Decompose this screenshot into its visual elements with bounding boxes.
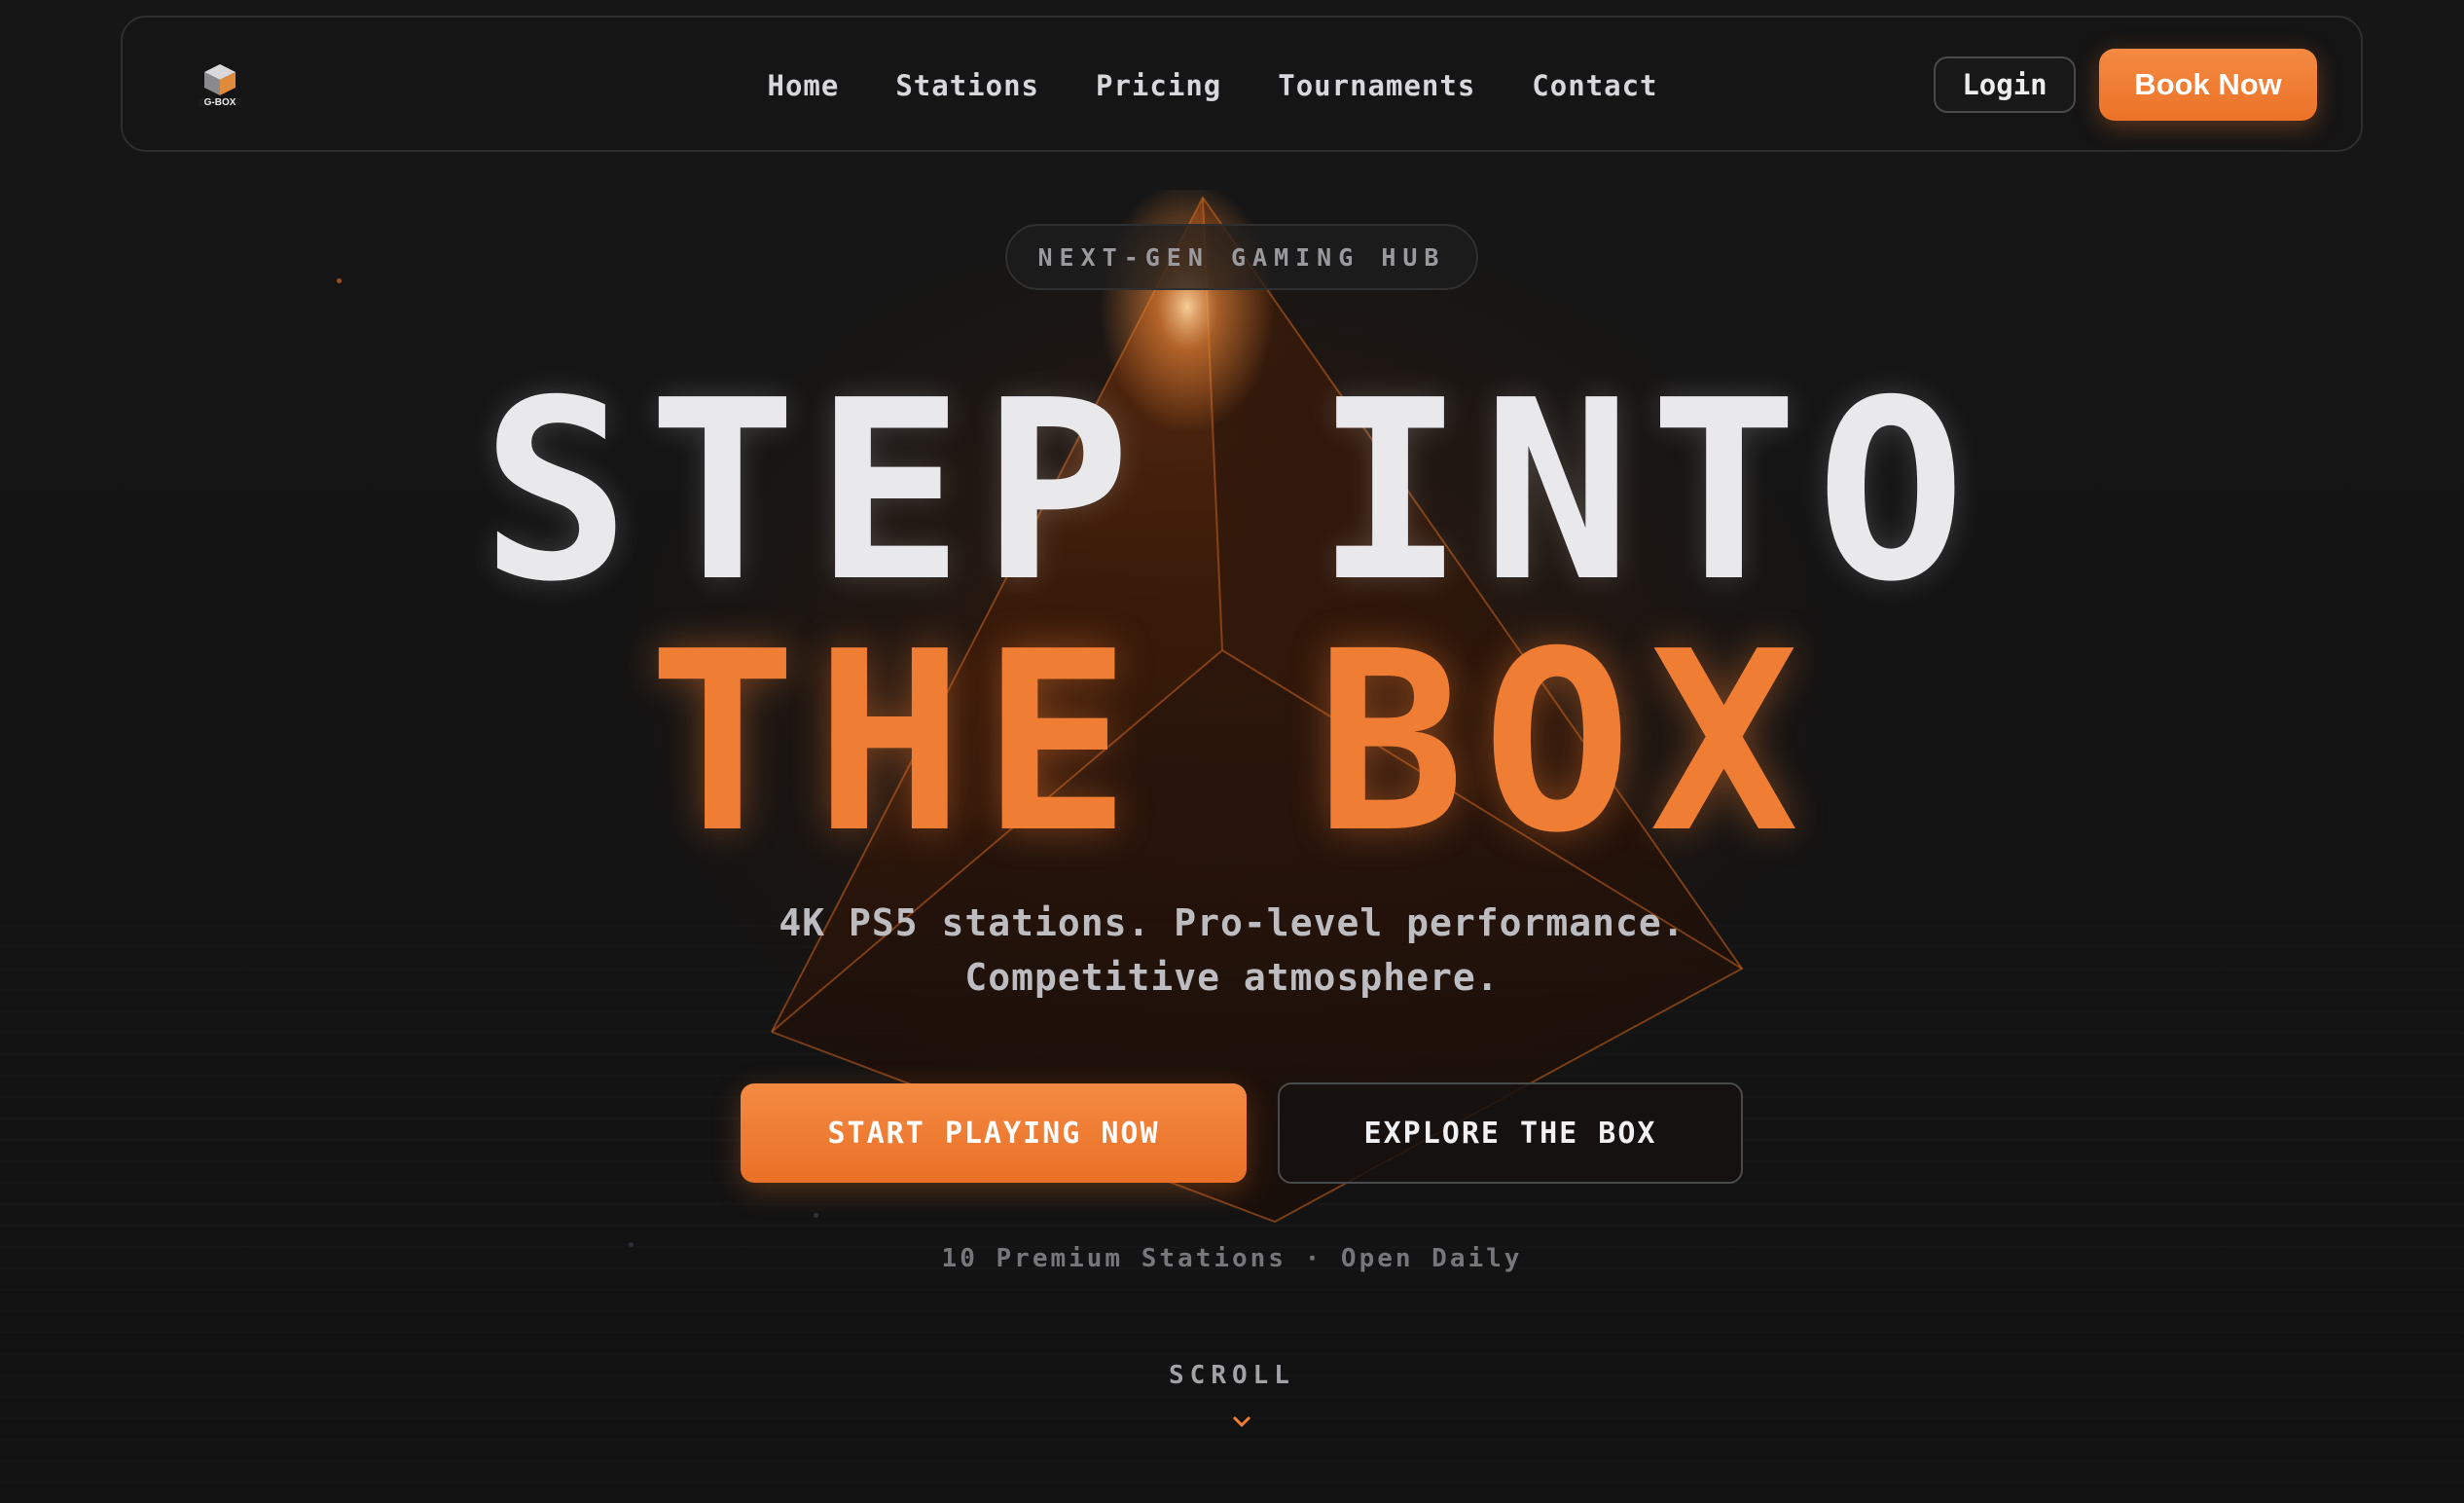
ember-particle <box>337 278 342 283</box>
explore-box-button[interactable]: EXPLORE THE BOX <box>1278 1082 1743 1184</box>
nav-link-home[interactable]: Home <box>767 69 839 102</box>
hero-section: G-BOX Home Stations Pricing Tournaments … <box>0 0 2464 1503</box>
book-now-button[interactable]: Book Now <box>2099 49 2317 121</box>
nav-link-stations[interactable]: Stations <box>895 69 1039 102</box>
headline-line-2: THE BOX <box>647 599 1817 888</box>
start-playing-button[interactable]: START PLAYING NOW <box>741 1083 1247 1183</box>
nav-link-tournaments[interactable]: Tournaments <box>1278 69 1475 102</box>
nav-link-contact[interactable]: Contact <box>1532 69 1657 102</box>
headline-line-1: STEP INTO <box>481 348 1983 637</box>
scroll-label[interactable]: SCROLL <box>0 1361 2464 1390</box>
hero-stats: 10 Premium Stations · Open Daily <box>941 1244 1523 1273</box>
top-navbar: G-BOX Home Stations Pricing Tournaments … <box>121 16 2363 152</box>
hero-badge: NEXT-GEN GAMING HUB <box>1005 224 1478 290</box>
hero-subtitle-line-1: 4K PS5 stations. Pro-level performance. <box>779 901 1685 944</box>
nav-link-pricing[interactable]: Pricing <box>1096 69 1221 102</box>
hero-subtitle-line-2: Competitive atmosphere. <box>964 956 1500 999</box>
chevron-down-icon[interactable] <box>1230 1413 1253 1429</box>
login-button[interactable]: Login <box>1934 56 2076 113</box>
